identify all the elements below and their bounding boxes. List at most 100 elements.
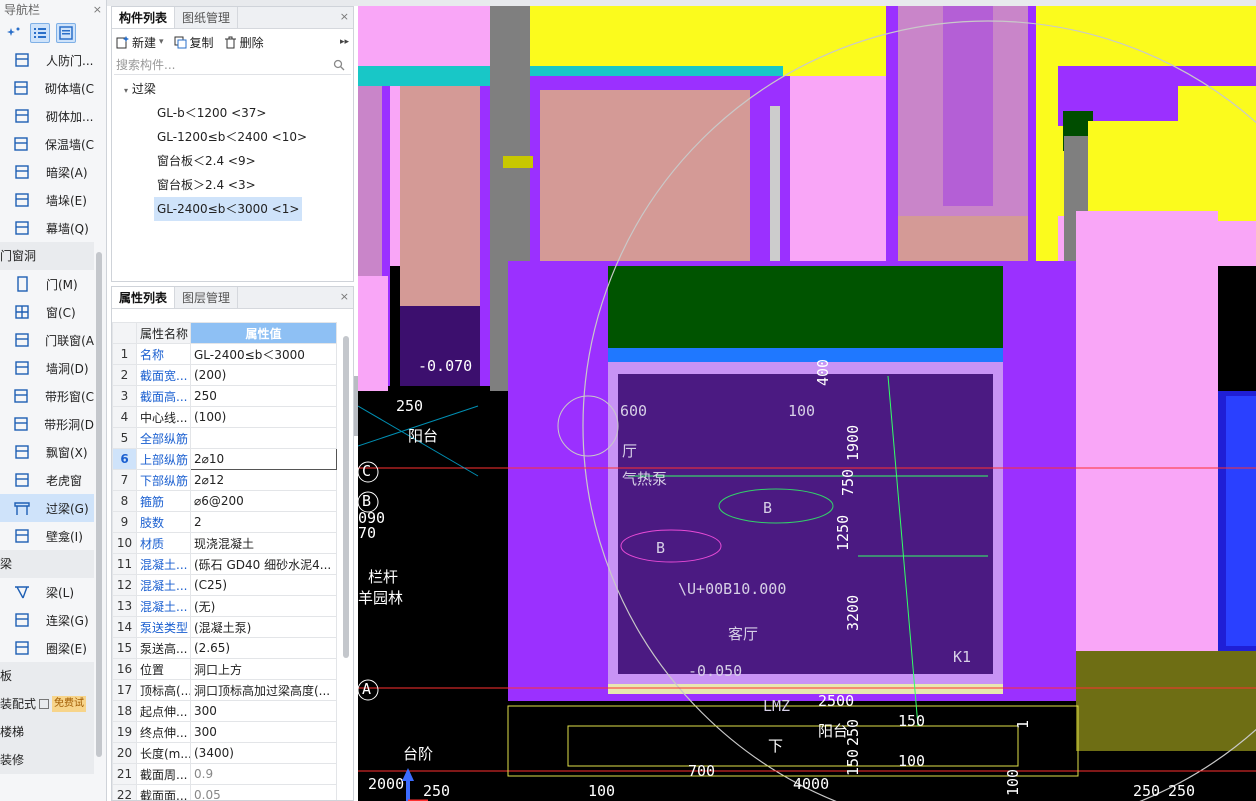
property-scrollbar[interactable]: [343, 336, 349, 658]
property-value[interactable]: (200): [190, 364, 337, 386]
property-row[interactable]: 2 截面宽... (200): [112, 364, 337, 386]
tree-item[interactable]: GL-b＜1200 <37>: [112, 101, 353, 125]
nav-item-curtain-wall[interactable]: 幕墙(Q): [0, 214, 94, 242]
tree-item[interactable]: GL-1200≤b＜2400 <10>: [112, 125, 353, 149]
close-icon[interactable]: ×: [93, 0, 102, 20]
property-value[interactable]: (混凝土泵): [190, 616, 337, 638]
nav-item-masonry-rebar[interactable]: 砌体加...: [0, 102, 94, 130]
tree-item[interactable]: GL-2400≤b＜3000 <1>: [112, 197, 353, 221]
nav-item-wall-hole[interactable]: 墙洞(D): [0, 354, 94, 382]
nav-group-decor[interactable]: 装修: [0, 746, 94, 774]
delete-button[interactable]: 删除: [224, 34, 264, 51]
component-panel: 构件列表 图纸管理 × 新建 ▾ 复制 删除 ▸▸ 搜索构件... ▾ 过梁 G…: [111, 6, 354, 282]
nav-item-civil-door[interactable]: 人防门...: [0, 46, 94, 74]
nav-group-door-window[interactable]: 门窗洞: [0, 242, 94, 270]
property-row[interactable]: 18 起点伸... 300: [112, 700, 337, 722]
copy-button[interactable]: 复制: [174, 34, 214, 51]
nav-item-wall-pier[interactable]: 墙垛(E): [0, 186, 94, 214]
nav-item-door[interactable]: 门(M): [0, 270, 94, 298]
nav-item-door-window[interactable]: 门联窗(A: [0, 326, 94, 354]
more-icon[interactable]: ▸▸: [340, 37, 349, 47]
property-row[interactable]: 15 泵送高... (2.65): [112, 637, 337, 659]
nav-item-hidden-beam[interactable]: 暗梁(A): [0, 158, 94, 186]
new-button[interactable]: 新建 ▾: [116, 34, 164, 51]
property-value[interactable]: (砾石 GD40 细砂水泥4...: [190, 553, 337, 575]
property-row[interactable]: 9 肢数 2: [112, 511, 337, 533]
property-row[interactable]: 20 长度(m... (3400): [112, 742, 337, 764]
tree-item[interactable]: 窗台板＞2.4 <3>: [112, 173, 353, 197]
property-value[interactable]: (2.65): [190, 637, 337, 659]
nav-scrollbar[interactable]: [96, 252, 102, 757]
property-row[interactable]: 22 截面面... 0.05: [112, 784, 337, 800]
cad-viewport[interactable]: -0.070 250 阳台 C B 090 70 栏杆 羊园林 A 台阶 2000 250 100 4000…: [358, 6, 1256, 801]
tab-property-list[interactable]: 属性列表: [112, 287, 176, 308]
property-value[interactable]: 洞口上方: [190, 658, 337, 680]
nav-item-strip-window[interactable]: 带形窗(C: [0, 382, 94, 410]
property-value[interactable]: ⌀6@200: [190, 490, 337, 512]
close-icon[interactable]: ×: [340, 7, 349, 27]
nav-item-dormer[interactable]: 老虎窗: [0, 466, 94, 494]
property-row[interactable]: 4 中心线... (100): [112, 406, 337, 428]
property-row[interactable]: 13 混凝土... (无): [112, 595, 337, 617]
property-row[interactable]: 12 混凝土... (C25): [112, 574, 337, 596]
property-row[interactable]: 5 全部纵筋: [112, 427, 337, 449]
search-input[interactable]: 搜索构件...: [116, 56, 175, 73]
nav-item-niche[interactable]: 壁龛(I): [0, 522, 94, 550]
property-value[interactable]: 洞口顶标高加过梁高度(...: [190, 679, 337, 701]
nav-item-beam[interactable]: 梁(L): [0, 578, 94, 606]
chevron-down-icon[interactable]: ▾: [124, 86, 128, 95]
property-row[interactable]: 21 截面周... 0.9: [112, 763, 337, 785]
list-view-icon[interactable]: [30, 23, 50, 43]
property-value[interactable]: 现浇混凝土: [190, 532, 337, 554]
property-row[interactable]: 6 上部纵筋 2⌀10: [112, 448, 337, 470]
property-value[interactable]: (C25): [190, 574, 337, 596]
nav-item-masonry-wall[interactable]: 砌体墙(C: [0, 74, 94, 102]
nav-item-ring-beam[interactable]: 圈梁(E): [0, 634, 94, 662]
close-icon[interactable]: ×: [340, 287, 349, 307]
property-value[interactable]: 300: [190, 700, 337, 722]
property-row[interactable]: 3 截面高... 250: [112, 385, 337, 407]
property-row[interactable]: 19 终点伸... 300: [112, 721, 337, 743]
insulation-wall-icon: [12, 135, 31, 153]
property-row[interactable]: 1 名称 GL-2400≤b＜3000: [112, 343, 337, 365]
property-value[interactable]: 300: [190, 721, 337, 743]
property-row[interactable]: 17 顶标高(... 洞口顶标高加过梁高度(...: [112, 679, 337, 701]
property-row[interactable]: 16 位置 洞口上方: [112, 658, 337, 680]
nav-item-lintel[interactable]: 过梁(G): [0, 494, 94, 522]
component-search[interactable]: 搜索构件...: [114, 55, 351, 75]
property-value[interactable]: (100): [190, 406, 337, 428]
tab-drawing-manage[interactable]: 图纸管理: [175, 7, 239, 28]
nav-item-bay-window[interactable]: 飘窗(X): [0, 438, 94, 466]
tree-root[interactable]: ▾ 过梁: [112, 77, 353, 101]
nav-item-coupling-beam[interactable]: 连梁(G): [0, 606, 94, 634]
tree-item[interactable]: 窗台板＜2.4 <9>: [112, 149, 353, 173]
property-value[interactable]: 2⌀12: [190, 469, 337, 491]
property-value[interactable]: 0.9: [190, 763, 337, 785]
property-value[interactable]: 2⌀10: [190, 448, 337, 470]
nav-item-strip-hole[interactable]: 带形洞(D: [0, 410, 94, 438]
property-value[interactable]: 0.05: [190, 784, 337, 800]
property-value[interactable]: (3400): [190, 742, 337, 764]
detail-view-icon[interactable]: [56, 23, 76, 43]
property-row[interactable]: 11 混凝土... (砾石 GD40 细砂水泥4...: [112, 553, 337, 575]
tab-layer-manage[interactable]: 图层管理: [175, 287, 239, 308]
property-value[interactable]: 2: [190, 511, 337, 533]
property-row[interactable]: 14 泵送类型 (混凝土泵): [112, 616, 337, 638]
property-row[interactable]: 7 下部纵筋 2⌀12: [112, 469, 337, 491]
tab-component-list[interactable]: 构件列表: [112, 7, 176, 28]
nav-item-insulation-wall[interactable]: 保温墙(C: [0, 130, 94, 158]
nav-group-prefab[interactable]: 装配式 免费试: [0, 690, 94, 718]
nav-group-beam[interactable]: 梁: [0, 550, 94, 578]
property-value[interactable]: GL-2400≤b＜3000: [190, 343, 337, 365]
property-value[interactable]: (无): [190, 595, 337, 617]
nav-group-stair[interactable]: 楼梯: [0, 718, 94, 746]
property-row[interactable]: 8 箍筋 ⌀6@200: [112, 490, 337, 512]
property-value[interactable]: 250: [190, 385, 337, 407]
sparkle-icon[interactable]: [4, 23, 24, 43]
nav-group-slab[interactable]: 板: [0, 662, 94, 690]
property-value[interactable]: [190, 427, 337, 449]
dropdown-icon[interactable]: ▾: [159, 37, 164, 47]
property-row[interactable]: 10 材质 现浇混凝土: [112, 532, 337, 554]
nav-item-window[interactable]: 窗(C): [0, 298, 94, 326]
free-trial-badge[interactable]: 免费试: [52, 696, 87, 712]
